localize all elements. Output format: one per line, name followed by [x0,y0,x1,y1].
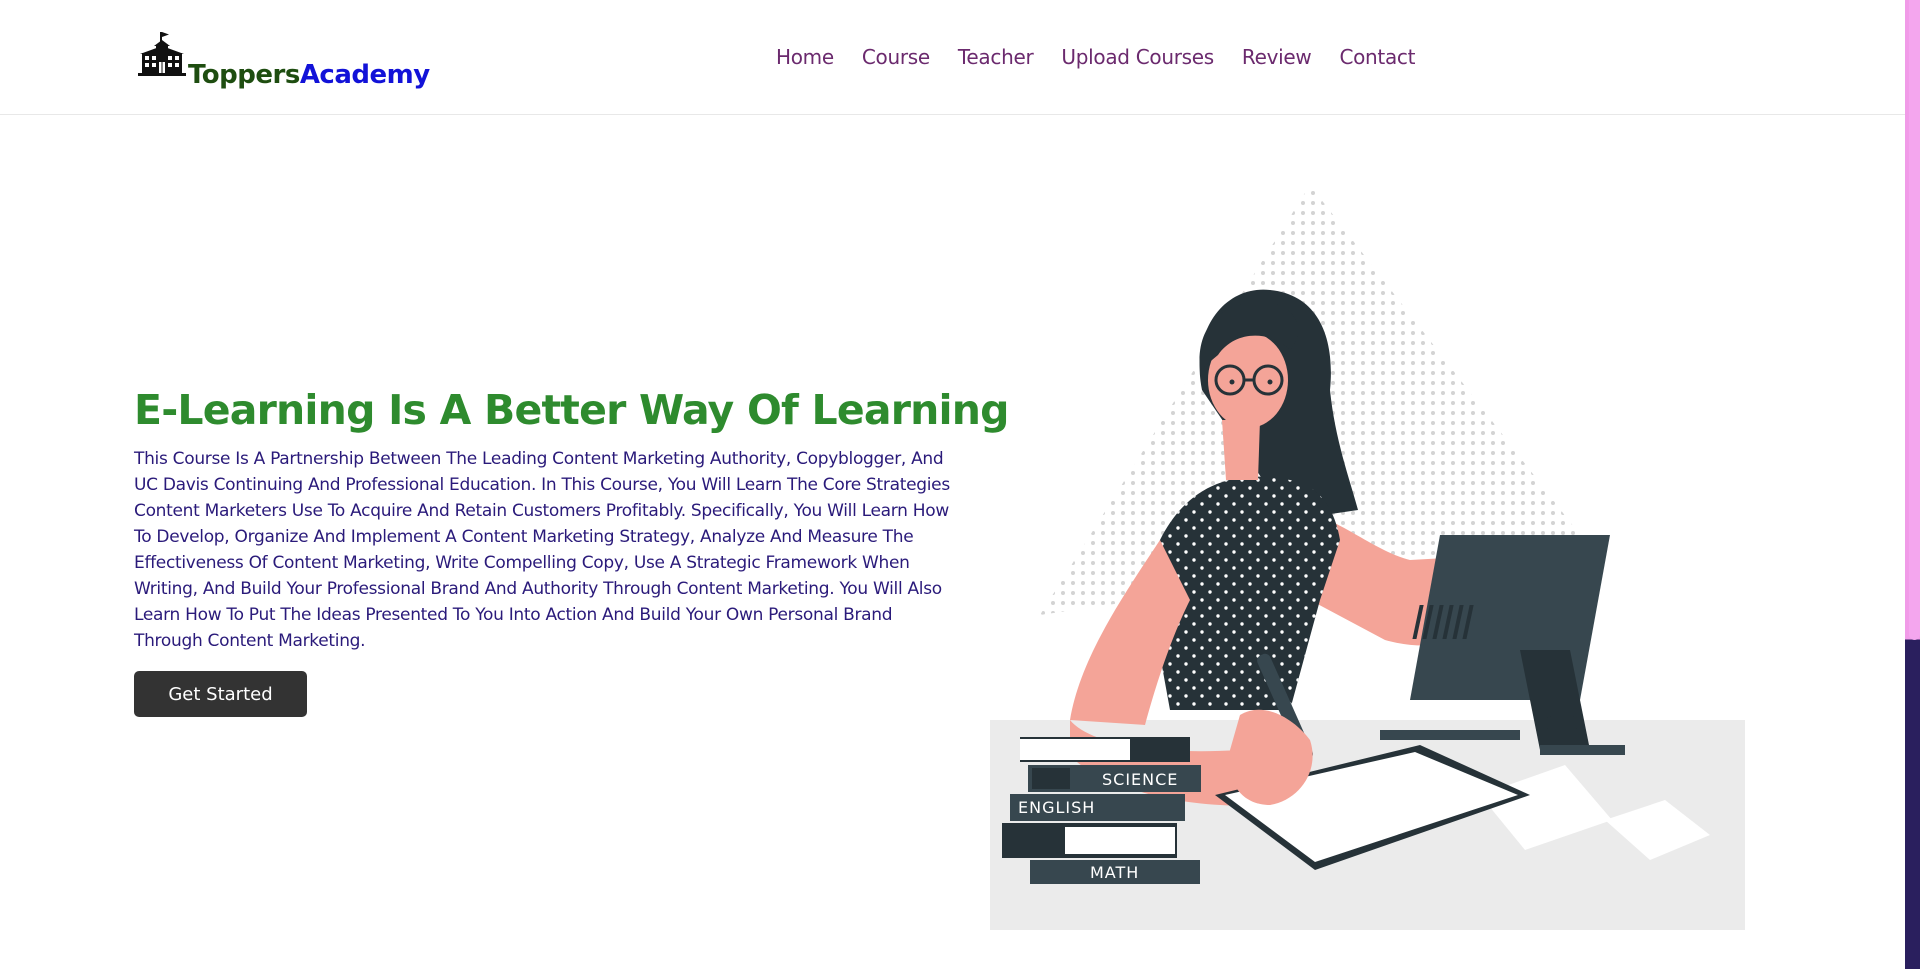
book-label-english: ENGLISH [1018,798,1095,817]
site-header: ToppersAcademy Home Course Teacher Uploa… [0,0,1905,115]
nav-home[interactable]: Home [776,42,834,72]
nav-upload-courses[interactable]: Upload Courses [1061,42,1214,72]
eye-right [1267,379,1273,385]
nav-course[interactable]: Course [862,42,930,72]
mouse [1542,715,1582,731]
nav-contact[interactable]: Contact [1339,42,1415,72]
main-nav: Home Course Teacher Upload Courses Revie… [776,42,1443,72]
nav-review[interactable]: Review [1242,42,1312,72]
brand-name-part1: Toppers [188,60,300,90]
neck [1222,420,1260,480]
school-building-icon [138,32,186,76]
brand-name: ToppersAcademy [188,60,430,90]
book-label-math: MATH [1090,863,1139,882]
book-label-science: SCIENCE [1102,770,1178,789]
eye-left [1229,379,1235,385]
scrollbar-thumb[interactable] [1909,0,1920,640]
monitor-base [1540,745,1625,755]
brand-name-part2: Academy [299,60,430,90]
get-started-button[interactable]: Get Started [134,671,307,717]
hero-illustration: SCIENCE ENGLISH MATH [990,185,1745,930]
brand-logo-link[interactable]: ToppersAcademy [138,30,430,90]
nav-teacher[interactable]: Teacher [958,42,1034,72]
keyboard [1380,730,1520,740]
page: ToppersAcademy Home Course Teacher Uploa… [0,0,1920,969]
hero-description: This Course Is A Partnership Between The… [134,449,950,651]
hero-title: E-Learning Is A Better Way Of Learning [134,386,1010,434]
